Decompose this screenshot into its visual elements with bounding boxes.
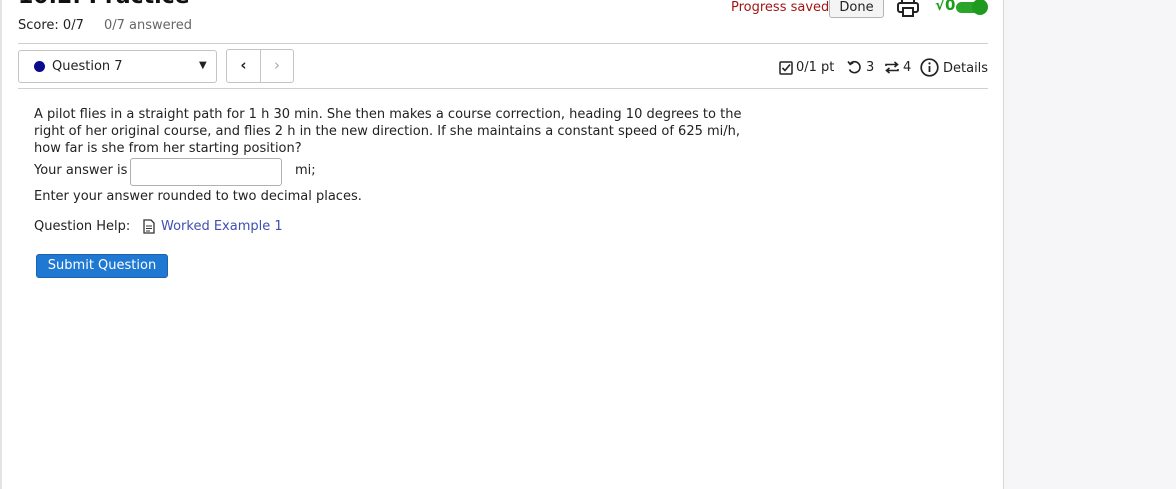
retry-icon <box>847 60 861 74</box>
right-gutter <box>1004 0 1176 489</box>
versions-count: 4 <box>903 60 912 75</box>
main-panel: 10.2: Practice Score: 0/7 0/7 answered P… <box>0 0 1004 489</box>
question-help-label: Question Help: <box>34 219 131 234</box>
question-nav-group: ‹ › <box>226 49 294 83</box>
answer-instructions: Enter your answer rounded to two decimal… <box>34 189 362 204</box>
document-icon <box>143 219 155 234</box>
points-text: 0/1 pt <box>796 60 835 75</box>
header-divider <box>18 43 988 44</box>
caret-down-icon: ▼ <box>199 60 207 71</box>
question-status-dot <box>34 61 45 72</box>
previous-question-button[interactable]: ‹ <box>227 50 260 82</box>
toggle-switch[interactable] <box>956 0 988 15</box>
submit-question-button[interactable]: Submit Question <box>36 254 168 278</box>
answer-prefix: Your answer is <box>34 163 128 178</box>
next-question-button[interactable]: › <box>261 50 293 82</box>
page-title: 10.2: Practice <box>18 0 190 9</box>
info-icon[interactable] <box>920 58 939 77</box>
answer-input[interactable] <box>130 158 282 186</box>
answered-count: 0/7 answered <box>104 18 192 33</box>
checkbox-icon <box>779 61 793 75</box>
score-line: Score: 0/7 0/7 answered <box>18 18 192 33</box>
sqrt-label: √0 <box>935 0 956 14</box>
details-link[interactable]: Details <box>943 61 988 76</box>
question-select-label: Question 7 <box>52 59 123 74</box>
progress-saved-status: Progress saved <box>731 0 830 15</box>
versions-icon <box>885 61 899 74</box>
panel-edge <box>0 0 2 489</box>
done-button[interactable]: Done <box>829 0 884 18</box>
question-text: A pilot flies in a straight path for 1 h… <box>34 107 742 156</box>
question-select[interactable]: Question 7 ▼ <box>18 50 217 83</box>
answer-unit: mi; <box>295 163 316 178</box>
worked-example-link[interactable]: Worked Example 1 <box>161 219 283 234</box>
retries-count: 3 <box>866 60 875 75</box>
score-text: Score: 0/7 <box>18 18 84 33</box>
question-divider <box>18 88 988 89</box>
print-icon[interactable] <box>897 0 919 17</box>
toggle-knob <box>972 0 988 15</box>
